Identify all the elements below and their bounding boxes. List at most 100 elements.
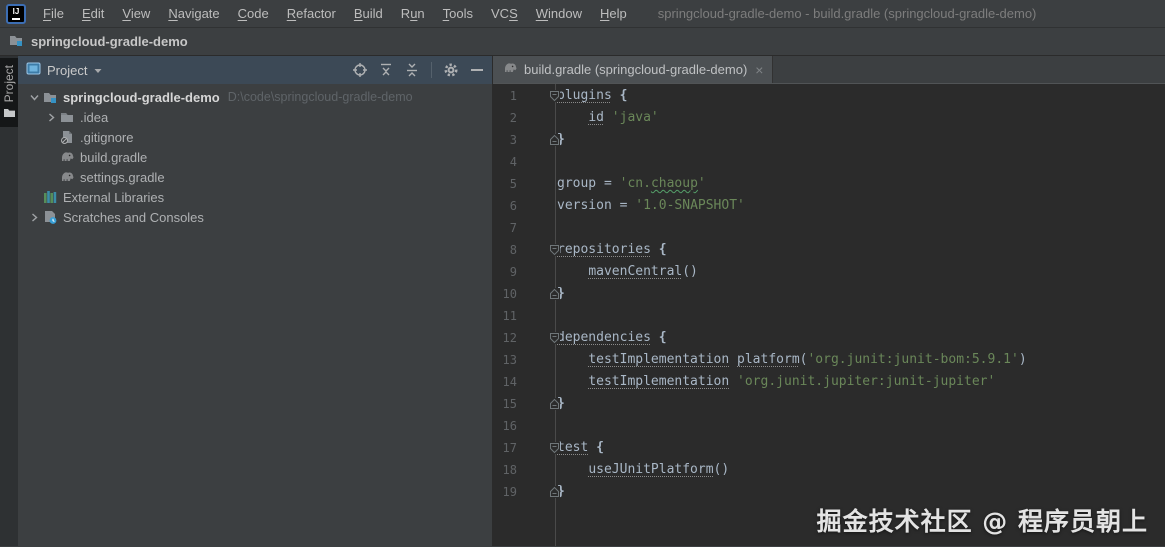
fold-end-icon[interactable] bbox=[549, 288, 560, 300]
project-panel-header: Project bbox=[18, 56, 492, 84]
line-number: 8 bbox=[509, 243, 517, 257]
code-line-2[interactable]: 2 id 'java' bbox=[493, 107, 1165, 129]
tree-item-external-libraries[interactable]: External Libraries bbox=[18, 187, 492, 207]
code-line-18[interactable]: 18 useJUnitPlatform() bbox=[493, 459, 1165, 481]
tree-item-build-gradle[interactable]: build.gradle bbox=[18, 147, 492, 167]
code-line-14[interactable]: 14 testImplementation 'org.junit.jupiter… bbox=[493, 371, 1165, 393]
gutter-fold-column bbox=[517, 459, 553, 481]
code-line-text: useJUnitPlatform() bbox=[588, 462, 730, 477]
code-line-text: version = '1.0-SNAPSHOT' bbox=[557, 198, 745, 213]
gutter-fold-column bbox=[517, 393, 560, 415]
tree-item-label: settings.gradle bbox=[80, 169, 165, 185]
line-number: 16 bbox=[502, 419, 517, 433]
menu-item-code[interactable]: Code bbox=[229, 0, 278, 28]
fold-end-icon[interactable] bbox=[549, 398, 560, 410]
fold-start-icon[interactable] bbox=[549, 442, 560, 454]
project-tree: springcloud-gradle-demo D:\code\springclo… bbox=[18, 84, 492, 227]
line-number: 4 bbox=[509, 155, 517, 169]
minimize-icon[interactable] bbox=[468, 61, 486, 79]
tree-item-label: build.gradle bbox=[80, 149, 148, 165]
tab-build-gradle[interactable]: build.gradle (springcloud-gradle-demo) × bbox=[493, 56, 774, 83]
code-line-13[interactable]: 13 testImplementation platform('org.juni… bbox=[493, 349, 1165, 371]
project-view-icon bbox=[26, 62, 41, 78]
breadcrumb-project[interactable]: springcloud-gradle-demo bbox=[31, 34, 188, 49]
gradle-icon bbox=[502, 60, 518, 79]
line-number: 12 bbox=[502, 331, 517, 345]
menu-item-view[interactable]: View bbox=[113, 0, 159, 28]
code-line-7[interactable]: 7 bbox=[493, 217, 1165, 239]
gutter-fold-column bbox=[517, 173, 553, 195]
code-line-8[interactable]: 8 repositories { bbox=[493, 239, 1165, 261]
project-panel-toolbar bbox=[351, 61, 486, 79]
chevron-down-icon bbox=[93, 63, 103, 78]
window-title: springcloud-gradle-demo - build.gradle (… bbox=[657, 6, 1037, 21]
line-number: 10 bbox=[502, 287, 517, 301]
tree-item-settings-gradle[interactable]: settings.gradle bbox=[18, 167, 492, 187]
folder-project-icon bbox=[42, 89, 58, 105]
code-line-3[interactable]: 3} bbox=[493, 129, 1165, 151]
code-line-10[interactable]: 10} bbox=[493, 283, 1165, 305]
menu-item-build[interactable]: Build bbox=[345, 0, 392, 28]
collapse-all-icon[interactable] bbox=[403, 61, 421, 79]
code-line-15[interactable]: 15} bbox=[493, 393, 1165, 415]
gutter-fold-column bbox=[517, 327, 560, 349]
fold-start-icon[interactable] bbox=[549, 90, 560, 102]
code-line-12[interactable]: 12 dependencies { bbox=[493, 327, 1165, 349]
intellij-window: IJ File Edit View Navigate Code Refactor Build… bbox=[0, 0, 1165, 547]
locate-icon[interactable] bbox=[351, 61, 369, 79]
fold-end-icon[interactable] bbox=[549, 486, 560, 498]
code-line-6[interactable]: 6 version = '1.0-SNAPSHOT' bbox=[493, 195, 1165, 217]
line-number: 19 bbox=[502, 485, 517, 499]
tree-item-springcloud-gradle-demo[interactable]: springcloud-gradle-demo D:\code\springclo… bbox=[18, 87, 492, 107]
code-line-text: id 'java' bbox=[588, 110, 659, 125]
expand-all-icon[interactable] bbox=[377, 61, 395, 79]
close-icon[interactable]: × bbox=[755, 62, 763, 78]
tool-stripe-project-label: Project bbox=[2, 65, 16, 103]
menu-item-vcs[interactable]: VCS bbox=[482, 0, 527, 28]
line-number: 1 bbox=[509, 89, 517, 103]
code-line-17[interactable]: 17 test { bbox=[493, 437, 1165, 459]
gutter-fold-column bbox=[517, 217, 553, 239]
gutter-fold-column bbox=[517, 239, 560, 261]
menu-item-file[interactable]: File bbox=[34, 0, 73, 28]
code-line-text: repositories { bbox=[557, 242, 667, 257]
project-view-selector[interactable]: Project bbox=[26, 62, 103, 78]
gutter-fold-column bbox=[517, 195, 553, 217]
code-line-4[interactable]: 4 bbox=[493, 151, 1165, 173]
code-line-text: dependencies { bbox=[557, 330, 667, 345]
menu-item-window[interactable]: Window bbox=[527, 0, 591, 28]
fold-start-icon[interactable] bbox=[549, 244, 560, 256]
code-line-19[interactable]: 19} bbox=[493, 481, 1165, 503]
gradle-icon bbox=[59, 169, 75, 185]
tool-stripe-project-button[interactable]: Project bbox=[0, 58, 18, 128]
gutter-separator bbox=[555, 84, 556, 546]
tree-item-label: .idea bbox=[80, 109, 109, 125]
chevron-down-icon[interactable] bbox=[26, 89, 42, 105]
code-line-11[interactable]: 11 bbox=[493, 305, 1165, 327]
tree-item-label: External Libraries bbox=[63, 189, 165, 205]
menu-item-refactor[interactable]: Refactor bbox=[278, 0, 345, 28]
code-line-text: group = 'cn.chaoup' bbox=[557, 176, 706, 191]
menu-item-tools[interactable]: Tools bbox=[434, 0, 482, 28]
menu-item-navigate[interactable]: Navigate bbox=[159, 0, 228, 28]
menu-item-run[interactable]: Run bbox=[392, 0, 434, 28]
code-line-16[interactable]: 16 bbox=[493, 415, 1165, 437]
code-line-text: test { bbox=[557, 440, 604, 455]
fold-end-icon[interactable] bbox=[549, 134, 560, 146]
tree-item--gitignore[interactable]: .gitignore bbox=[18, 127, 492, 147]
editor-tab-bar: build.gradle (springcloud-gradle-demo) × bbox=[493, 56, 1165, 84]
menu-item-edit[interactable]: Edit bbox=[73, 0, 113, 28]
code-line-5[interactable]: 5 group = 'cn.chaoup' bbox=[493, 173, 1165, 195]
code-editor[interactable]: 1 plugins {2 id 'java' 3} 4 5 group = 'cn.cha… bbox=[493, 84, 1165, 546]
code-line-9[interactable]: 9 mavenCentral() bbox=[493, 261, 1165, 283]
fold-start-icon[interactable] bbox=[549, 332, 560, 344]
tree-item-scratches-and-consoles[interactable]: Scratches and Consoles bbox=[18, 207, 492, 227]
gear-icon[interactable] bbox=[442, 61, 460, 79]
chevron-right-icon[interactable] bbox=[43, 109, 59, 125]
menu-item-help[interactable]: Help bbox=[591, 0, 636, 28]
code-line-1[interactable]: 1 plugins { bbox=[493, 85, 1165, 107]
line-number: 14 bbox=[502, 375, 517, 389]
chevron-right-icon[interactable] bbox=[26, 209, 42, 225]
tree-item--idea[interactable]: .idea bbox=[18, 107, 492, 127]
gutter-fold-column bbox=[517, 415, 553, 437]
